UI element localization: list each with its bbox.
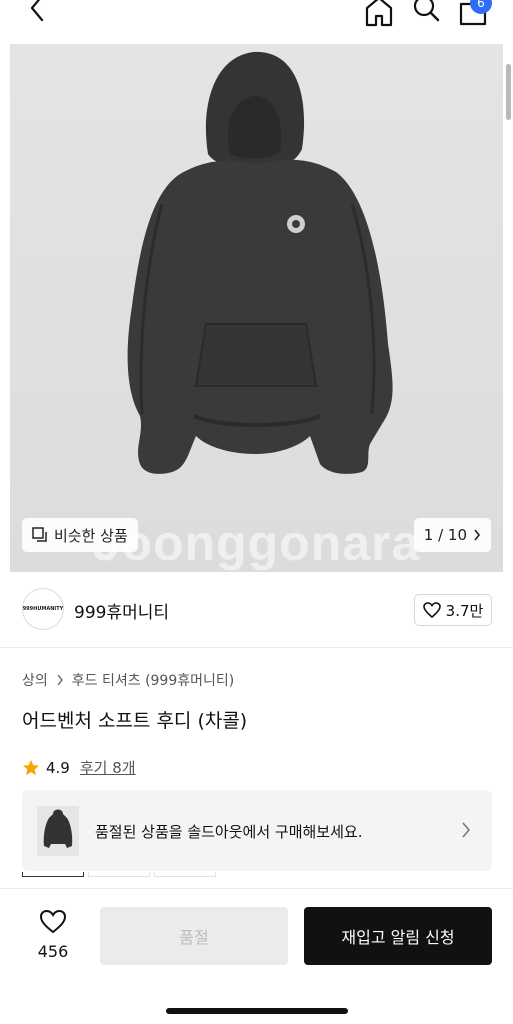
back-icon[interactable] bbox=[26, 0, 50, 24]
product-title: 어드벤처 소프트 후디 (차콜) bbox=[22, 710, 248, 732]
wishlist-button[interactable]: 456 bbox=[26, 909, 80, 961]
soldout-product-thumbnail bbox=[37, 806, 79, 856]
soldout-button: 품절 bbox=[100, 907, 288, 965]
similar-icon bbox=[32, 527, 47, 542]
product-image bbox=[10, 44, 503, 572]
reviews-link[interactable]: 후기 8개 bbox=[80, 757, 136, 778]
breadcrumb: 상의 후드 티셔츠 (999휴머니티) bbox=[22, 670, 234, 690]
option-thumbnail[interactable] bbox=[88, 872, 150, 877]
option-thumbnail-strip[interactable] bbox=[22, 872, 216, 878]
image-counter-label: 1 / 10 bbox=[423, 526, 467, 544]
top-bar: 6 bbox=[0, 0, 513, 42]
scrollbar-thumb[interactable] bbox=[506, 64, 511, 120]
chevron-right-icon bbox=[462, 822, 471, 838]
chevron-right-icon bbox=[57, 674, 63, 686]
option-thumbnail[interactable] bbox=[22, 872, 84, 877]
image-counter[interactable]: 1 / 10 bbox=[413, 518, 491, 552]
brand-name[interactable]: 999휴머니티 bbox=[74, 598, 169, 623]
similar-products-button[interactable]: 비슷한 상품 bbox=[22, 518, 138, 552]
bottom-action-bar: 456 품절 재입고 알림 신청 bbox=[0, 888, 513, 1024]
heart-icon bbox=[422, 602, 441, 618]
brand-logo[interactable]: 999HUMANITY bbox=[22, 588, 64, 630]
soldout-banner[interactable]: 품절된 상품을 솔드아웃에서 구매해보세요. bbox=[22, 790, 492, 871]
home-indicator bbox=[166, 1008, 348, 1014]
similar-products-label: 비슷한 상품 bbox=[54, 526, 128, 545]
star-icon bbox=[22, 759, 40, 775]
brand-like-count: 3.7만 bbox=[445, 601, 484, 620]
search-icon[interactable] bbox=[412, 0, 440, 26]
home-icon[interactable] bbox=[364, 0, 394, 28]
brand-row: 999HUMANITY 999휴머니티 3.7만 bbox=[0, 572, 513, 648]
rating-score: 4.9 bbox=[46, 758, 70, 777]
heart-icon bbox=[39, 909, 67, 934]
rating: 4.9 후기 8개 bbox=[22, 757, 136, 778]
wishlist-count: 456 bbox=[37, 942, 69, 961]
breadcrumb-item[interactable]: 후드 티셔츠 (999휴머니티) bbox=[72, 670, 234, 690]
restock-alert-button[interactable]: 재입고 알림 신청 bbox=[304, 907, 492, 965]
chevron-right-icon bbox=[474, 529, 481, 541]
soldout-banner-text: 품절된 상품을 솔드아웃에서 구매해보세요. bbox=[95, 823, 363, 841]
product-image-carousel[interactable]: Joonggonara 비슷한 상품 1 / 10 bbox=[10, 44, 503, 572]
breadcrumb-item[interactable]: 상의 bbox=[22, 670, 48, 690]
option-thumbnail[interactable] bbox=[154, 872, 216, 877]
brand-like-button[interactable]: 3.7만 bbox=[414, 594, 492, 626]
